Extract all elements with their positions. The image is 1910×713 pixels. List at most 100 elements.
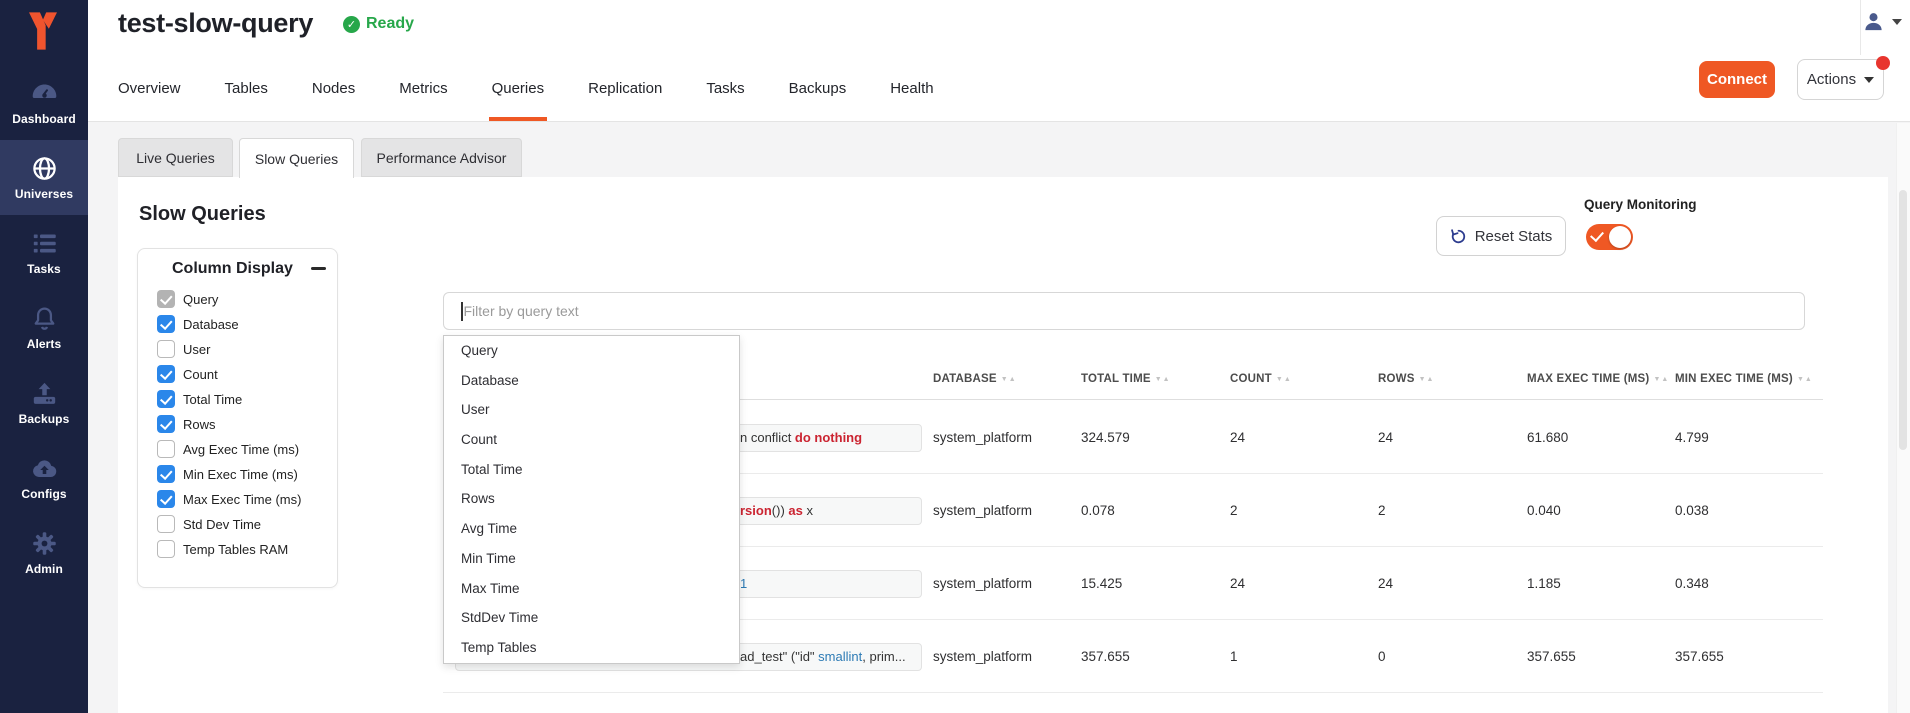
column-header-total-time[interactable]: TOTAL TIME ▼▲ xyxy=(1081,373,1171,385)
sort-arrows-icon[interactable]: ▼▲ xyxy=(1001,376,1017,383)
status-label: Ready xyxy=(366,15,414,33)
checkbox-label: Count xyxy=(183,367,218,382)
dropdown-item-min-time[interactable]: Min Time xyxy=(444,544,739,574)
column-option-avg-exec-time-ms[interactable]: Avg Exec Time (ms) xyxy=(157,440,299,458)
checkbox-unchecked-icon[interactable] xyxy=(157,515,175,533)
actions-button[interactable]: Actions xyxy=(1797,59,1884,100)
collapse-minus-icon[interactable] xyxy=(311,267,326,270)
universe-nav-tabs: Overview Tables Nodes Metrics Queries Replica… xyxy=(118,55,934,121)
nav-tab-metrics[interactable]: Metrics xyxy=(399,55,447,121)
cell-max-exec-time-ms: 357.655 xyxy=(1527,620,1576,693)
query-filter-input[interactable]: Filter by query text xyxy=(443,292,1805,330)
checkbox-checked-icon[interactable] xyxy=(157,315,175,333)
column-option-temp-tables-ram[interactable]: Temp Tables RAM xyxy=(157,540,288,558)
dropdown-item-temp-tables[interactable]: Temp Tables xyxy=(444,633,739,663)
alerts-icon xyxy=(31,305,58,332)
dropdown-item-rows[interactable]: Rows xyxy=(444,484,739,514)
column-header-max-exec-time-ms[interactable]: MAX EXEC TIME (MS)▼▲ xyxy=(1527,373,1669,385)
column-option-rows[interactable]: Rows xyxy=(157,415,216,433)
checkbox-checked-icon[interactable] xyxy=(157,365,175,383)
filter-placeholder: Filter by query text xyxy=(464,303,579,319)
column-header-rows[interactable]: ROWS ▼▲ xyxy=(1378,373,1434,385)
dropdown-item-query[interactable]: Query xyxy=(444,336,739,366)
connect-button[interactable]: Connect xyxy=(1699,61,1775,98)
sidebar-item-tasks[interactable]: Tasks xyxy=(0,215,88,290)
column-header-database[interactable]: DATABASE ▼▲ xyxy=(933,373,1017,385)
column-option-count[interactable]: Count xyxy=(157,365,218,383)
subtab-live-queries[interactable]: Live Queries xyxy=(118,138,233,177)
sidebar-item-backups[interactable]: Backups xyxy=(0,365,88,440)
checkbox-unchecked-icon[interactable] xyxy=(157,540,175,558)
column-option-query[interactable]: Query xyxy=(157,290,218,308)
cell-min-exec-time-ms: 4.799 xyxy=(1675,401,1709,474)
sort-arrows-icon[interactable]: ▼▲ xyxy=(1797,376,1813,383)
subtab-slow-queries[interactable]: Slow Queries xyxy=(239,138,354,178)
column-header-label: DATABASE xyxy=(933,373,997,385)
dropdown-item-user[interactable]: User xyxy=(444,395,739,425)
checkbox-checked-icon[interactable] xyxy=(157,290,175,308)
page-title: test-slow-query xyxy=(118,8,313,39)
configs-icon xyxy=(31,455,58,482)
checkbox-checked-icon[interactable] xyxy=(157,390,175,408)
nav-tab-overview[interactable]: Overview xyxy=(118,55,181,121)
dropdown-item-count[interactable]: Count xyxy=(444,425,739,455)
cell-rows: 24 xyxy=(1378,401,1393,474)
scrollbar-thumb[interactable] xyxy=(1899,190,1907,450)
reset-stats-button[interactable]: Reset Stats xyxy=(1436,216,1566,256)
sort-arrows-icon[interactable]: ▼▲ xyxy=(1419,376,1435,383)
checkbox-checked-icon[interactable] xyxy=(157,490,175,508)
check-icon xyxy=(1590,228,1604,242)
dropdown-item-max-time[interactable]: Max Time xyxy=(444,574,739,604)
checkbox-label: Database xyxy=(183,317,239,332)
column-header-label: TOTAL TIME xyxy=(1081,373,1151,385)
sort-arrows-icon[interactable]: ▼▲ xyxy=(1155,376,1171,383)
yugabyte-logo-icon[interactable] xyxy=(27,12,59,50)
subtab-performance-advisor[interactable]: Performance Advisor xyxy=(361,138,522,177)
column-header-min-exec-time-ms[interactable]: MIN EXEC TIME (MS)▼▲ xyxy=(1675,373,1813,385)
checkbox-checked-icon[interactable] xyxy=(157,415,175,433)
sidebar-item-admin[interactable]: Admin xyxy=(0,515,88,590)
sidebar-item-configs[interactable]: Configs xyxy=(0,440,88,515)
column-option-max-exec-time-ms[interactable]: Max Exec Time (ms) xyxy=(157,490,301,508)
checkbox-label: Total Time xyxy=(183,392,242,407)
column-header-count[interactable]: COUNT▼▲ xyxy=(1230,373,1292,385)
cell-database: system_platform xyxy=(933,547,1032,620)
tasks-icon xyxy=(31,230,58,257)
column-option-std-dev-time[interactable]: Std Dev Time xyxy=(157,515,261,533)
sidebar-item-alerts[interactable]: Alerts xyxy=(0,290,88,365)
checkbox-unchecked-icon[interactable] xyxy=(157,440,175,458)
nav-tab-tables[interactable]: Tables xyxy=(225,55,268,121)
sidebar-item-label: Dashboard xyxy=(12,112,76,126)
sidebar-item-universes[interactable]: Universes xyxy=(0,140,88,215)
checkbox-unchecked-icon[interactable] xyxy=(157,340,175,358)
check-circle-icon: ✓ xyxy=(343,16,360,33)
user-menu[interactable] xyxy=(1862,10,1902,33)
checkbox-label: Std Dev Time xyxy=(183,517,261,532)
dropdown-item-total-time[interactable]: Total Time xyxy=(444,455,739,485)
cell-total-time: 324.579 xyxy=(1081,401,1130,474)
column-header-label: ROWS xyxy=(1378,373,1415,385)
column-option-min-exec-time-ms[interactable]: Min Exec Time (ms) xyxy=(157,465,298,483)
column-option-user[interactable]: User xyxy=(157,340,210,358)
query-monitoring-toggle[interactable] xyxy=(1586,224,1633,250)
column-option-database[interactable]: Database xyxy=(157,315,239,333)
dropdown-item-stddev-time[interactable]: StdDev Time xyxy=(444,603,739,633)
reset-icon xyxy=(1450,228,1467,245)
checkbox-checked-icon[interactable] xyxy=(157,465,175,483)
nav-tab-tasks[interactable]: Tasks xyxy=(706,55,744,121)
nav-tab-queries[interactable]: Queries xyxy=(492,55,545,121)
sort-arrows-icon[interactable]: ▼▲ xyxy=(1653,376,1669,383)
nav-tab-replication[interactable]: Replication xyxy=(588,55,662,121)
cell-count: 24 xyxy=(1230,401,1245,474)
sort-arrows-icon[interactable]: ▼▲ xyxy=(1276,376,1292,383)
sidebar-item-label: Alerts xyxy=(27,337,62,351)
dropdown-item-avg-time[interactable]: Avg Time xyxy=(444,514,739,544)
cell-max-exec-time-ms: 1.185 xyxy=(1527,547,1561,620)
column-option-total-time[interactable]: Total Time xyxy=(157,390,242,408)
cell-total-time: 357.655 xyxy=(1081,620,1130,693)
sidebar-item-dashboard[interactable]: Dashboard xyxy=(0,65,88,140)
nav-tab-nodes[interactable]: Nodes xyxy=(312,55,355,121)
dropdown-item-database[interactable]: Database xyxy=(444,366,739,396)
nav-tab-backups[interactable]: Backups xyxy=(789,55,847,121)
nav-tab-health[interactable]: Health xyxy=(890,55,933,121)
